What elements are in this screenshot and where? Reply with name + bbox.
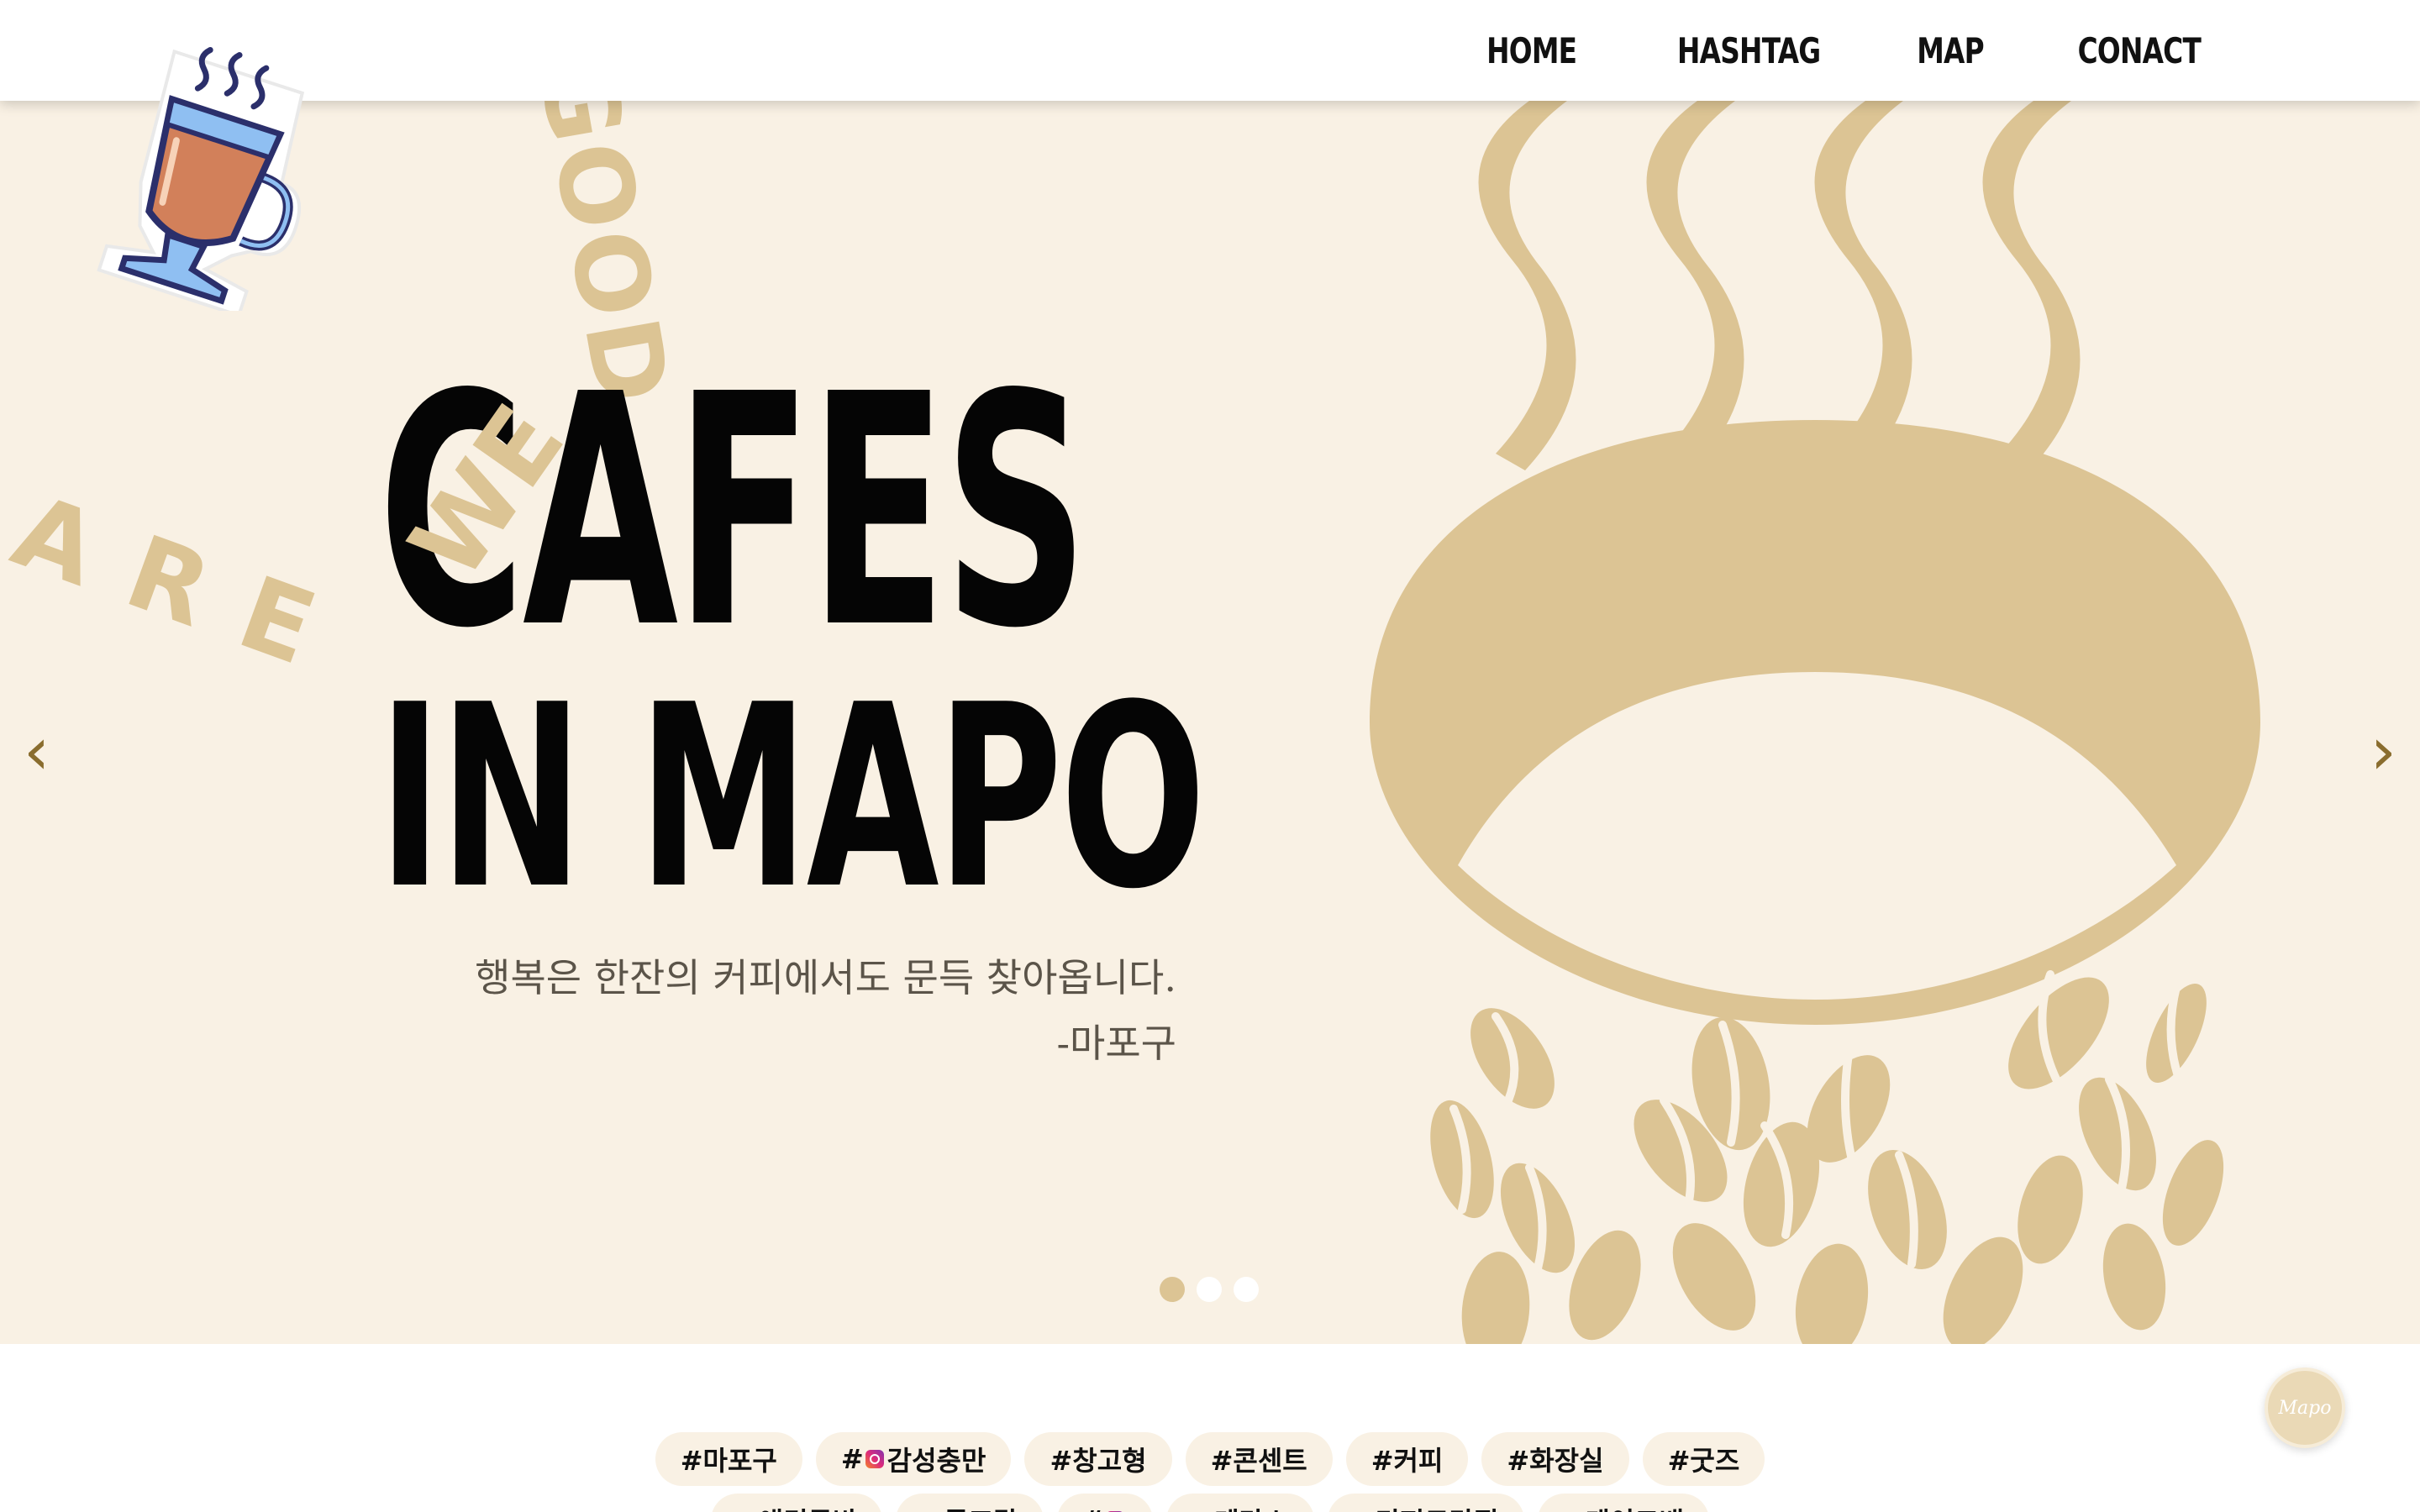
- tag-emotional-label: 감성충만: [886, 1445, 986, 1477]
- tag-cake[interactable]: #케이크배: [1537, 1494, 1710, 1512]
- site-header: HOME HASHTAG MAP CONACT: [0, 0, 2420, 101]
- hashtag-row-2: #애견동반 #루프탑 # #테라스 #디저트맛집 #케이크배: [0, 1494, 2420, 1512]
- tag-mapogu[interactable]: #마포구: [655, 1432, 802, 1486]
- hashtag-row-1: #마포구 # 감성충만 #창고형 #콘센트 #커피 #화장실 #굿즈: [0, 1432, 2420, 1486]
- coffee-cup-logo-icon[interactable]: [88, 34, 324, 311]
- tag-dessert[interactable]: #디저트맛집: [1327, 1494, 1524, 1512]
- tag-warehouse[interactable]: #창고형: [1024, 1432, 1172, 1486]
- hero-carousel: GOOD WE ARE CAFES IN MAPO 행복은 한잔의 커피에서도 …: [0, 101, 2420, 1344]
- tag-pet-friendly[interactable]: #애견동반: [710, 1494, 883, 1512]
- quote-author: -마포구: [1056, 1021, 1176, 1066]
- nav-home[interactable]: HOME: [1487, 30, 1578, 71]
- nav-hashtag[interactable]: HASHTAG: [1677, 30, 1821, 71]
- tag-goods[interactable]: #굿즈: [1642, 1432, 1765, 1486]
- hero-quote: 행복은 한잔의 커피에서도 문득 찾아옵니다. -마포구: [475, 945, 1176, 1076]
- tag-instagram[interactable]: #: [1056, 1494, 1154, 1512]
- tag-coffee[interactable]: #커피: [1345, 1432, 1469, 1486]
- tag-emotional[interactable]: # 감성충만: [815, 1432, 1012, 1486]
- tag-rooftop[interactable]: #루프탑: [896, 1494, 1044, 1512]
- coffee-cup-illustration-icon: [1370, 101, 2260, 1344]
- deco-text-are: ARE: [0, 472, 369, 703]
- tag-hash: #: [840, 1443, 864, 1475]
- carousel-next-arrow[interactable]: ›: [2370, 714, 2396, 790]
- hero-title-in-mapo: IN MAPO: [378, 651, 1206, 944]
- tag-outlet[interactable]: #콘센트: [1185, 1432, 1333, 1486]
- carousel-dot-3[interactable]: [1234, 1277, 1259, 1302]
- carousel-dots: [1160, 1277, 1259, 1302]
- instagram-icon: [865, 1450, 884, 1468]
- mapo-logo-badge[interactable]: Mapo: [2265, 1368, 2345, 1448]
- tag-hash-2: #: [1082, 1504, 1105, 1512]
- nav-contact[interactable]: CONACT: [2078, 30, 2202, 71]
- nav-map[interactable]: MAP: [1917, 30, 1984, 71]
- carousel-dot-2[interactable]: [1197, 1277, 1222, 1302]
- main-nav: HOME HASHTAG MAP CONACT: [1474, 0, 2218, 101]
- tag-restroom[interactable]: #화장실: [1481, 1432, 1629, 1486]
- carousel-dot-1[interactable]: [1160, 1277, 1185, 1302]
- quote-text: 행복은 한잔의 커피에서도 문득 찾아옵니다.: [475, 955, 1176, 1000]
- tag-terrace[interactable]: #테라스: [1166, 1494, 1314, 1512]
- carousel-prev-arrow[interactable]: ‹: [24, 714, 50, 790]
